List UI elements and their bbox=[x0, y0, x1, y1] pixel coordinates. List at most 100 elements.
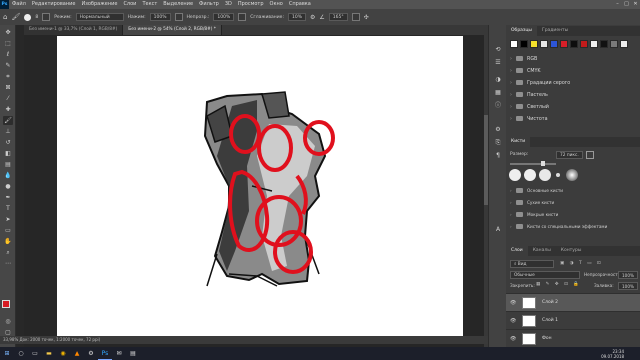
brush-preset-small-icon[interactable] bbox=[556, 173, 560, 177]
tab-gradients[interactable]: Градиенты bbox=[537, 26, 573, 36]
swatch-group-pastel[interactable]: › Пастель bbox=[510, 90, 636, 101]
steam-icon[interactable]: ⚙ bbox=[84, 347, 98, 360]
layer-kind-filter[interactable]: ⌕ Вид bbox=[510, 260, 554, 268]
smoothing-input[interactable]: 10% bbox=[287, 13, 306, 21]
pen-tool-icon[interactable]: ✒ bbox=[3, 193, 13, 202]
layer-opacity-input[interactable]: 100% bbox=[618, 271, 638, 279]
brush-group-special[interactable]: › Кисти со специальными эффектами bbox=[510, 221, 636, 232]
history-panel-icon[interactable]: ⟲ bbox=[493, 45, 503, 54]
gradient-tool-icon[interactable]: ▤ bbox=[3, 160, 13, 169]
brush-size-input[interactable]: 72 пикс. bbox=[556, 151, 583, 159]
color-swatch[interactable] bbox=[540, 40, 548, 48]
blur-tool-icon[interactable]: 💧 bbox=[3, 171, 13, 180]
brush-preview-icon[interactable] bbox=[24, 13, 32, 21]
brush-panel-toggle-icon[interactable] bbox=[42, 13, 51, 21]
brush-group-dry[interactable]: › Сухие кисти bbox=[510, 197, 636, 208]
foreground-color-swatch[interactable] bbox=[2, 300, 10, 308]
windows-icon[interactable]: ⊞ bbox=[0, 347, 14, 360]
path-select-tool-icon[interactable]: ➤ bbox=[3, 215, 13, 224]
color-swatch[interactable] bbox=[520, 40, 528, 48]
swatch-group-rgb[interactable]: › RGB bbox=[510, 54, 636, 65]
type-tool-icon[interactable]: T bbox=[3, 204, 13, 213]
doc-tab-2[interactable]: Без имени-2 @ 54% (Слой 2, RGB/8#) * bbox=[123, 25, 222, 35]
smoothing-settings-icon[interactable]: ⚙ bbox=[310, 14, 315, 21]
visibility-eye-icon[interactable]: 👁 bbox=[510, 294, 516, 312]
menu-select[interactable]: Выделение bbox=[160, 0, 196, 9]
tab-paths[interactable]: Контуры bbox=[556, 246, 587, 256]
flow-input[interactable]: 100% bbox=[149, 13, 171, 21]
brush-preset-round-icon[interactable] bbox=[524, 169, 536, 181]
angle-input[interactable]: 165° bbox=[328, 13, 348, 21]
color-swatch[interactable] bbox=[600, 40, 608, 48]
files-icon[interactable]: ▤ bbox=[126, 347, 140, 360]
eyedropper-tool-icon[interactable]: ⁄ bbox=[3, 94, 13, 103]
more-tools-icon[interactable]: ⋯ bbox=[3, 259, 13, 268]
menu-help[interactable]: Справка bbox=[286, 0, 314, 9]
menu-view[interactable]: Просмотр bbox=[235, 0, 267, 9]
document-canvas[interactable] bbox=[57, 36, 463, 337]
pressure-size-icon[interactable] bbox=[351, 13, 360, 21]
visibility-eye-icon[interactable]: 👁 bbox=[510, 330, 516, 348]
tab-brushes[interactable]: Кисти bbox=[506, 137, 531, 147]
menu-edit[interactable]: Редактирование bbox=[29, 0, 79, 9]
brush-settings-icon[interactable]: ⚙ bbox=[493, 125, 503, 134]
close-button[interactable]: ✕ bbox=[631, 0, 640, 9]
minimize-button[interactable]: – bbox=[613, 0, 622, 9]
rectangle-tool-icon[interactable]: ▭ bbox=[3, 226, 13, 235]
brush-preset-soft-round-icon[interactable] bbox=[539, 169, 551, 181]
swatch-group-grayscale[interactable]: › Градации серого bbox=[510, 78, 636, 89]
clone-source-icon[interactable]: ⎘ bbox=[493, 138, 503, 147]
clone-stamp-tool-icon[interactable]: ⊥ bbox=[3, 127, 13, 136]
mode-select[interactable]: Нормальный bbox=[75, 13, 124, 21]
lasso-tool-icon[interactable]: ℓ bbox=[3, 50, 13, 59]
brush-preset-hard-round-icon[interactable] bbox=[509, 169, 521, 181]
color-swatch[interactable] bbox=[620, 40, 628, 48]
pressure-opacity-icon[interactable] bbox=[174, 13, 183, 21]
info-panel-icon[interactable]: ⓘ bbox=[493, 101, 503, 110]
new-brush-icon[interactable] bbox=[586, 151, 594, 159]
color-swatch[interactable] bbox=[560, 40, 568, 48]
visibility-eye-icon[interactable]: 👁 bbox=[510, 312, 516, 330]
hand-tool-icon[interactable]: ✋ bbox=[3, 237, 13, 246]
color-swatch[interactable] bbox=[570, 40, 578, 48]
brush-preset-airbrush-icon[interactable] bbox=[566, 169, 578, 181]
mail-icon[interactable]: ✉ bbox=[112, 347, 126, 360]
menu-layers[interactable]: Слои bbox=[120, 0, 139, 9]
swatch-group-pure[interactable]: › Чистота bbox=[510, 114, 636, 125]
menu-3d[interactable]: 3D bbox=[222, 0, 235, 9]
history-brush-tool-icon[interactable]: ↺ bbox=[3, 138, 13, 147]
eraser-tool-icon[interactable]: ◧ bbox=[3, 149, 13, 158]
fill-input[interactable]: 100% bbox=[618, 282, 638, 290]
crop-tool-icon[interactable]: ⌗ bbox=[3, 72, 13, 81]
menu-window[interactable]: Окно bbox=[267, 0, 286, 9]
layer-row-1[interactable]: 👁 Слой 1 bbox=[506, 311, 640, 329]
home-icon[interactable]: ⌂ bbox=[3, 13, 7, 21]
zoom-tool-icon[interactable]: ⌕ bbox=[3, 248, 13, 257]
maximize-button[interactable]: □ bbox=[622, 0, 631, 9]
adjustments-panel-icon[interactable]: ◑ bbox=[493, 75, 503, 84]
menu-image[interactable]: Изображение bbox=[78, 0, 120, 9]
menu-file[interactable]: Файл bbox=[9, 0, 29, 9]
color-swatch[interactable] bbox=[610, 40, 618, 48]
color-swatch[interactable] bbox=[510, 40, 518, 48]
lock-icons[interactable]: ▦ ✎ ✥ ⊡ 🔒 bbox=[536, 282, 581, 287]
quick-select-tool-icon[interactable]: ✎ bbox=[3, 61, 13, 70]
healing-brush-tool-icon[interactable]: ✚ bbox=[3, 105, 13, 114]
properties-panel-icon[interactable]: ☰ bbox=[493, 58, 503, 67]
layer-blend-mode-select[interactable]: Обычные bbox=[510, 271, 580, 279]
folder-icon[interactable]: ▬ bbox=[42, 347, 56, 360]
system-clock[interactable]: 23:34 09.07.2018 bbox=[601, 349, 640, 359]
menu-text[interactable]: Текст bbox=[139, 0, 160, 9]
swatch-group-cmyk[interactable]: › CMYK bbox=[510, 66, 636, 77]
photoshop-icon[interactable]: Ps bbox=[98, 347, 112, 360]
tab-channels[interactable]: Каналы bbox=[528, 246, 556, 256]
layer-filter-icons[interactable]: ▣ ◑ T ▭ ⊡ bbox=[560, 261, 603, 266]
tab-layers[interactable]: Слои bbox=[506, 246, 528, 256]
color-swatch[interactable] bbox=[550, 40, 558, 48]
brush-tool-icon[interactable]: 🖌 bbox=[3, 116, 13, 125]
brush-size-slider-thumb[interactable] bbox=[541, 161, 545, 166]
chrome-icon[interactable]: ◉ bbox=[56, 347, 70, 360]
move-tool-icon[interactable]: ✥ bbox=[3, 28, 13, 37]
opacity-input[interactable]: 100% bbox=[213, 13, 235, 21]
color-swatch[interactable] bbox=[530, 40, 538, 48]
